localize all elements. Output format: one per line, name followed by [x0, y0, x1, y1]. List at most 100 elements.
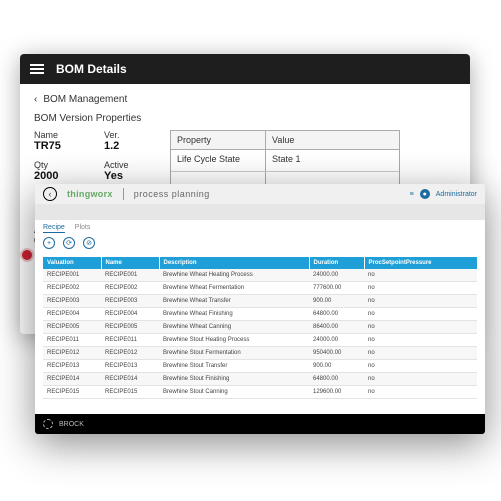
- toolbar: Recipe Plots: [35, 220, 485, 237]
- tool-icons: + ⟳ ⊘: [35, 237, 485, 253]
- cell: 86400.00: [309, 321, 364, 334]
- active-value: Yes: [104, 170, 152, 182]
- table-row[interactable]: RECIPE011RECIPE011Brewhine Stout Heating…: [43, 334, 477, 347]
- cell: no: [364, 386, 477, 399]
- th-pressure[interactable]: ProcSetpointPressure: [364, 257, 477, 269]
- footer-brand: BROCK: [59, 421, 84, 428]
- cell: RECIPE004: [43, 308, 101, 321]
- cell: 900.00: [309, 360, 364, 373]
- cell: RECIPE011: [101, 334, 159, 347]
- process-planning-window: ‹ thingworx process planning ≡ ● Adminis…: [35, 184, 485, 434]
- th-duration[interactable]: Duration: [309, 257, 364, 269]
- cell: Brewhine Stout Finishing: [159, 373, 309, 386]
- th-name[interactable]: Name: [101, 257, 159, 269]
- delete-icon[interactable]: ⊘: [83, 237, 95, 249]
- cell: 129600.00: [309, 386, 364, 399]
- brock-logo-icon: [43, 419, 53, 429]
- table-row[interactable]: RECIPE012RECIPE012Brewhine Stout Ferment…: [43, 347, 477, 360]
- refresh-icon[interactable]: ⟳: [63, 237, 75, 249]
- cell: 64800.00: [309, 308, 364, 321]
- cell: 24000.00: [309, 334, 364, 347]
- hamburger-icon[interactable]: [30, 64, 44, 74]
- cell: 777600.00: [309, 282, 364, 295]
- add-icon[interactable]: +: [43, 237, 55, 249]
- th-valuation[interactable]: Valuation: [43, 257, 101, 269]
- cell: Brewhine Wheat Fermentation: [159, 282, 309, 295]
- table-row[interactable]: RECIPE004RECIPE004Brewhine Wheat Finishi…: [43, 308, 477, 321]
- cell: no: [364, 360, 477, 373]
- table-row[interactable]: RECIPE005RECIPE005Brewhine Wheat Canning…: [43, 321, 477, 334]
- grid-header-row: Valuation Name Description Duration Proc…: [43, 257, 477, 269]
- cell: 950400.00: [309, 347, 364, 360]
- tab-recipe[interactable]: Recipe: [43, 224, 65, 233]
- cell: RECIPE013: [43, 360, 101, 373]
- cell: no: [364, 347, 477, 360]
- divider: [123, 188, 124, 200]
- table-row[interactable]: RECIPE013RECIPE013Brewhine Stout Transfe…: [43, 360, 477, 373]
- cell: RECIPE005: [101, 321, 159, 334]
- active-label: Active: [104, 160, 152, 170]
- cell: 64800.00: [309, 373, 364, 386]
- kv-active: Active Yes: [104, 160, 152, 182]
- kv-ver: Ver. 1.2: [104, 130, 152, 152]
- cell: no: [364, 282, 477, 295]
- bom-title: BOM Details: [56, 62, 127, 76]
- cell: 900.00: [309, 295, 364, 308]
- cell: no: [364, 269, 477, 282]
- back-arrow-icon[interactable]: ‹: [43, 187, 57, 201]
- table-row[interactable]: RECIPE014RECIPE014Brewhine Stout Finishi…: [43, 373, 477, 386]
- cell: RECIPE013: [101, 360, 159, 373]
- cell: RECIPE011: [43, 334, 101, 347]
- cell: RECIPE014: [43, 373, 101, 386]
- props-th-property: Property: [171, 131, 266, 149]
- top-right: ≡ ● Administrator: [410, 189, 477, 199]
- qty-label: Qty: [34, 160, 82, 170]
- user-label[interactable]: Administrator: [436, 191, 477, 198]
- breadcrumb-label: BOM Management: [43, 94, 127, 105]
- cell: 24000.00: [309, 269, 364, 282]
- chevron-left-icon: ‹: [34, 94, 37, 105]
- cell: Brewhine Stout Fermentation: [159, 347, 309, 360]
- front-footer: BROCK: [35, 414, 485, 434]
- cell: RECIPE003: [43, 295, 101, 308]
- brand-label: thingworx: [67, 189, 113, 199]
- cell: RECIPE012: [43, 347, 101, 360]
- props-heading: BOM Version Properties: [34, 113, 456, 124]
- cell: RECIPE003: [101, 295, 159, 308]
- cell: Brewhine Stout Heating Process: [159, 334, 309, 347]
- th-description[interactable]: Description: [159, 257, 309, 269]
- breadcrumb[interactable]: ‹ BOM Management: [34, 94, 456, 105]
- cell: RECIPE015: [101, 386, 159, 399]
- cell: no: [364, 334, 477, 347]
- grid-wrap: Valuation Name Description Duration Proc…: [35, 253, 485, 414]
- grid-icon[interactable]: ≡: [410, 191, 414, 198]
- props-th-value: Value: [266, 131, 399, 149]
- cell: no: [364, 373, 477, 386]
- table-row[interactable]: RECIPE002RECIPE002Brewhine Wheat Ferment…: [43, 282, 477, 295]
- table-row[interactable]: RECIPE001RECIPE001Brewhine Wheat Heating…: [43, 269, 477, 282]
- cell: Brewhine Wheat Finishing: [159, 308, 309, 321]
- kv-qty: Qty 2000: [34, 160, 82, 182]
- cell: no: [364, 321, 477, 334]
- cell: Brewhine Wheat Canning: [159, 321, 309, 334]
- ver-label: Ver.: [104, 130, 152, 140]
- qty-value: 2000: [34, 170, 82, 182]
- tab-plots[interactable]: Plots: [75, 224, 91, 233]
- cell: RECIPE001: [43, 269, 101, 282]
- cell: Brewhine Stout Transfer: [159, 360, 309, 373]
- table-row[interactable]: RECIPE003RECIPE003Brewhine Wheat Transfe…: [43, 295, 477, 308]
- front-subbar: [35, 204, 485, 220]
- cell: RECIPE005: [43, 321, 101, 334]
- kv-name: Name TR75: [34, 130, 82, 152]
- user-icon[interactable]: ●: [420, 189, 430, 199]
- cell: Brewhine Stout Canning: [159, 386, 309, 399]
- front-topbar: ‹ thingworx process planning ≡ ● Adminis…: [35, 184, 485, 204]
- cell: RECIPE002: [101, 282, 159, 295]
- table-row[interactable]: Life Cycle State State 1: [171, 150, 399, 172]
- recipe-grid: Valuation Name Description Duration Proc…: [43, 257, 477, 399]
- table-row[interactable]: RECIPE015RECIPE015Brewhine Stout Canning…: [43, 386, 477, 399]
- cell: RECIPE002: [43, 282, 101, 295]
- cell: RECIPE012: [101, 347, 159, 360]
- name-label: Name: [34, 130, 82, 140]
- props-cell-value: State 1: [266, 150, 399, 171]
